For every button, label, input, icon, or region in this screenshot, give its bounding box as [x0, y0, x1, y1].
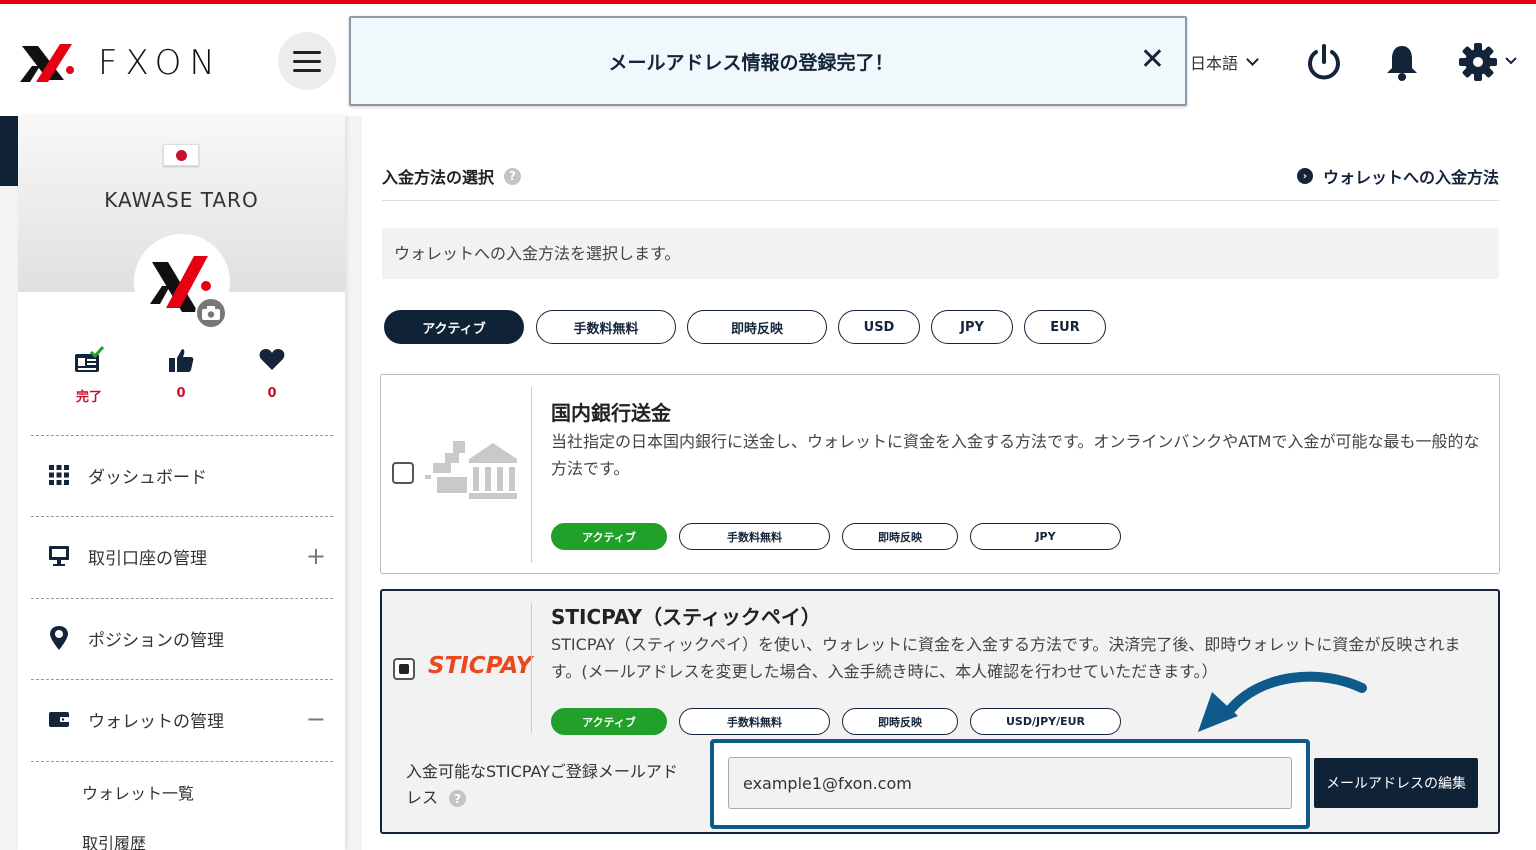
method-checkbox-checked[interactable]	[393, 658, 415, 680]
tag-active: アクティブ	[551, 708, 667, 735]
method-checkbox[interactable]	[392, 462, 414, 484]
fxon-logo[interactable]: FXON	[18, 40, 238, 86]
filter-instant[interactable]: 即時反映	[687, 310, 827, 344]
nav-item-wallet[interactable]: ウォレットの管理 −	[46, 699, 326, 739]
stat-favorites-value: 0	[267, 386, 277, 401]
tag-currency: JPY	[970, 523, 1121, 550]
divider	[531, 603, 532, 733]
nav-item-label: ポジションの管理	[88, 630, 224, 651]
divider	[31, 435, 333, 436]
tag-active: アクティブ	[551, 523, 667, 550]
bell-icon[interactable]	[1382, 42, 1422, 82]
chevron-down-icon	[1246, 53, 1259, 66]
email-label: 入金可能なSTICPAYご登録メールアドレス ?	[406, 759, 686, 811]
nav-item-label: ダッシュボード	[88, 467, 207, 488]
sub-item-history[interactable]: 取引履歴	[82, 830, 146, 850]
tag-instant: 即時反映	[842, 708, 958, 735]
power-icon[interactable]	[1304, 42, 1344, 82]
monitor-icon	[46, 543, 72, 569]
wallet-deposit-guide-link[interactable]: › ウォレットへの入金方法	[1296, 164, 1499, 188]
divider	[31, 598, 333, 599]
language-label: 日本語	[1190, 54, 1239, 73]
japan-flag-icon	[163, 144, 199, 166]
expand-icon[interactable]: +	[306, 544, 326, 568]
stat-favorites: 0	[242, 346, 302, 401]
edit-email-button[interactable]: メールアドレスの編集	[1314, 758, 1478, 808]
help-icon[interactable]: ?	[504, 167, 522, 185]
stat-verification-value: 完了	[75, 390, 102, 405]
sub-item-wallet-list[interactable]: ウォレット一覧	[82, 780, 194, 804]
stat-likes: 0	[151, 346, 211, 401]
tag-instant: 即時反映	[842, 523, 958, 550]
stat-verification: 完了	[59, 346, 119, 405]
method-title: 国内銀行送金	[551, 401, 671, 425]
fxon-mark-icon	[20, 44, 74, 82]
stat-likes-value: 0	[176, 386, 186, 401]
gear-icon[interactable]	[1458, 42, 1520, 82]
top-bar: FXON メールアドレス情報の登録完了！ ✕ 日本語	[0, 0, 1536, 116]
filter-usd[interactable]: USD	[838, 310, 920, 344]
id-card-check-icon	[75, 346, 105, 372]
method-card-bank[interactable]: 国内銀行送金 当社指定の日本国内銀行に送金し、ウォレットに資金を入金する方法です…	[380, 374, 1500, 574]
nav-item-label: ウォレットの管理	[88, 711, 224, 732]
divider	[382, 200, 1499, 201]
email-field[interactable]	[728, 757, 1292, 809]
nav-item-label: 取引口座の管理	[88, 548, 207, 569]
camera-icon[interactable]	[195, 297, 227, 329]
nav-item-dashboard[interactable]: ダッシュボード	[46, 455, 326, 495]
chevron-right-icon: ›	[1296, 168, 1313, 184]
nav-item-accounts[interactable]: 取引口座の管理 +	[46, 536, 326, 576]
filter-jpy[interactable]: JPY	[931, 310, 1013, 344]
divider	[531, 387, 532, 563]
filter-active[interactable]: アクティブ	[384, 310, 524, 344]
close-icon[interactable]: ✕	[1140, 42, 1165, 78]
wallet-icon	[46, 706, 72, 732]
collapse-icon[interactable]: −	[306, 707, 326, 731]
info-box: ウォレットへの入金方法を選択します。	[382, 228, 1499, 279]
section-link-label: ウォレットへの入金方法	[1322, 168, 1499, 187]
notification-message: メールアドレス情報の登録完了！	[608, 52, 894, 74]
tag-currency: USD/JPY/EUR	[970, 708, 1121, 735]
thumbs-up-icon	[169, 349, 194, 372]
brand-name: FXON	[98, 43, 223, 83]
bank-icon	[425, 441, 517, 499]
language-select[interactable]: 日本語	[1190, 50, 1259, 74]
sticpay-logo: STICPAY	[428, 653, 533, 679]
divider	[31, 516, 333, 517]
divider	[31, 761, 333, 762]
method-title: STICPAY（スティックペイ）	[551, 605, 821, 629]
section-title: 入金方法の選択 ?	[382, 164, 522, 188]
notification-banner: メールアドレス情報の登録完了！ ✕	[349, 16, 1187, 106]
tag-no-fee: 手数料無料	[679, 708, 830, 735]
sidebar: KAWASE TARO 完了 0 0 ダッシュボード 取引口座の管理 + ポジシ…	[18, 116, 345, 850]
filter-eur[interactable]: EUR	[1024, 310, 1106, 344]
filter-no-fee[interactable]: 手数料無料	[536, 310, 676, 344]
sidebar-accent	[0, 116, 18, 186]
tag-no-fee: 手数料無料	[679, 523, 830, 550]
email-label-text: 入金可能なSTICPAYご登録メールアドレス	[406, 762, 678, 807]
heart-icon	[259, 349, 285, 370]
grid-icon	[46, 462, 72, 488]
username: KAWASE TARO	[104, 188, 259, 212]
method-description: 当社指定の日本国内銀行に送金し、ウォレットに資金を入金する方法です。オンラインバ…	[551, 432, 1480, 478]
menu-icon[interactable]	[278, 32, 336, 90]
section-title-text: 入金方法の選択	[382, 168, 495, 187]
email-highlight-box	[710, 739, 1310, 829]
divider	[31, 679, 333, 680]
help-icon[interactable]: ?	[449, 790, 467, 807]
annotation-arrow-icon	[1198, 671, 1367, 732]
map-pin-icon	[46, 625, 72, 651]
nav-item-positions[interactable]: ポジションの管理	[46, 618, 326, 658]
